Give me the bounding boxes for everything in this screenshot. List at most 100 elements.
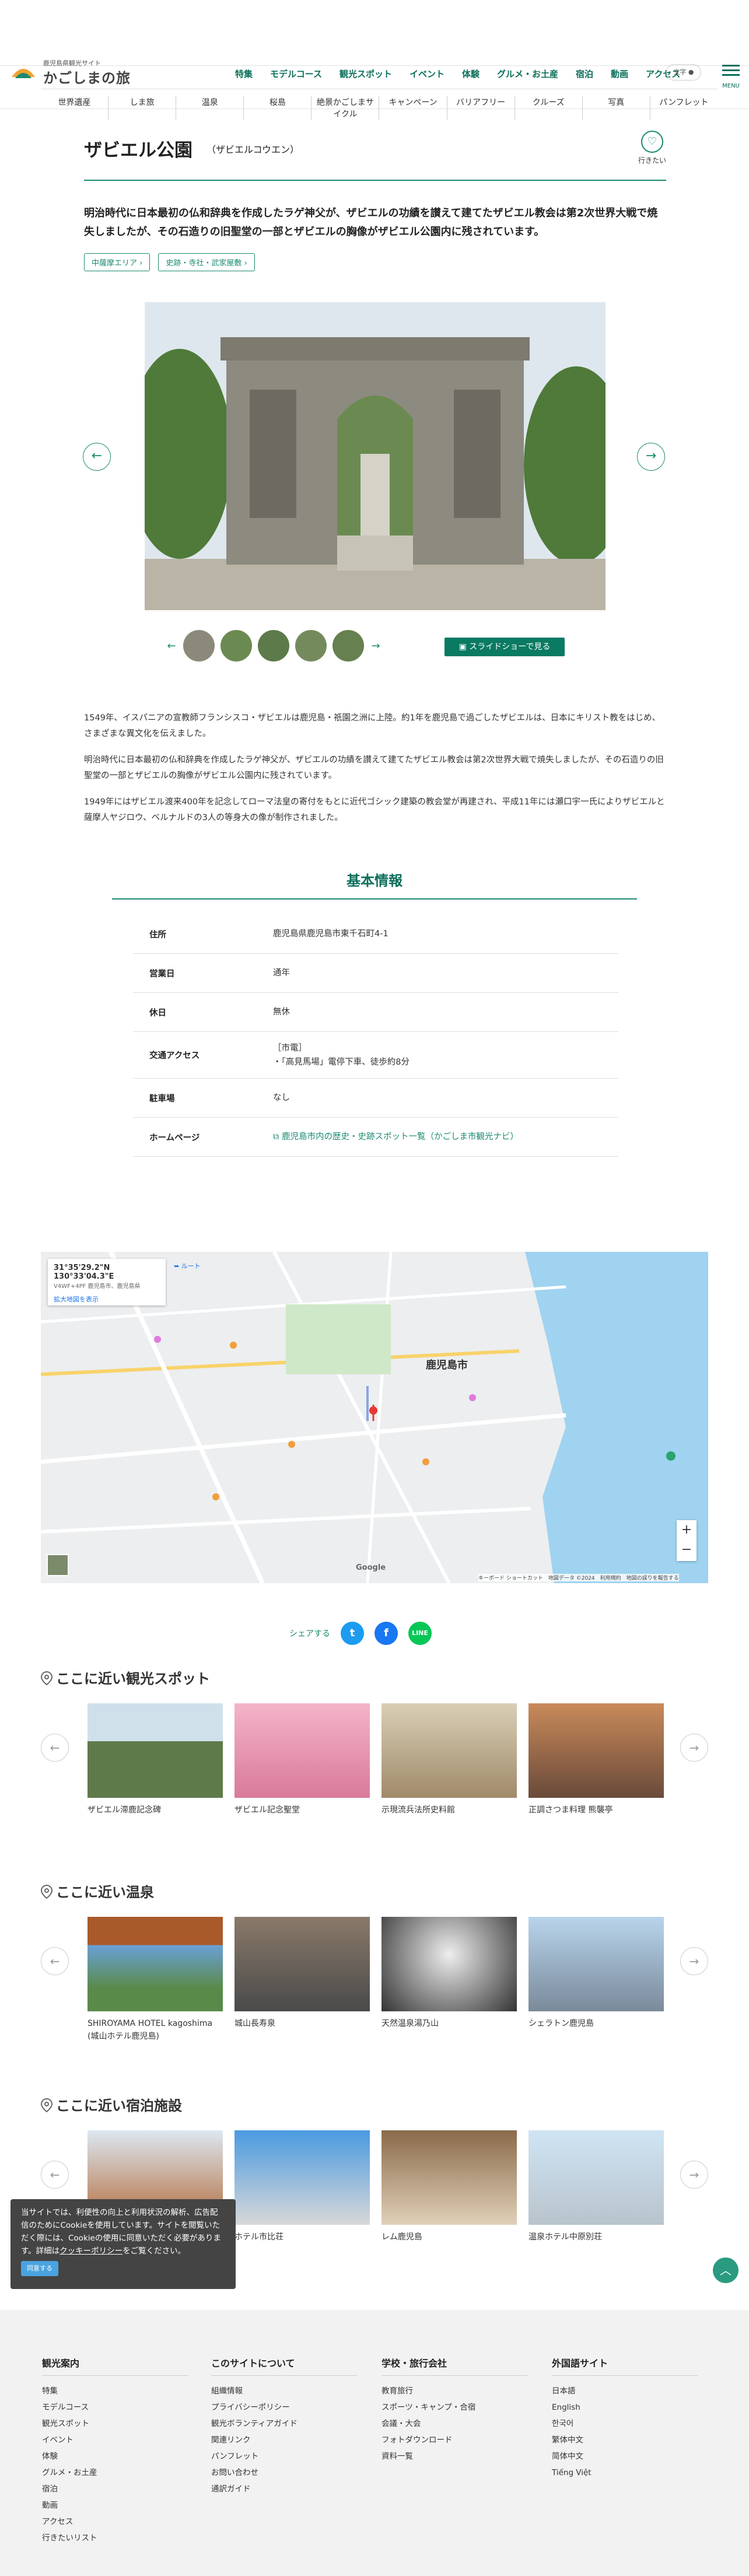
footer-link[interactable]: 資料一覧 <box>382 2448 539 2465</box>
font-size-toggle[interactable]: 文字 ● <box>666 64 701 80</box>
near-hotel-title: ここに近い宿泊施設 <box>41 2094 182 2115</box>
footer-link[interactable]: 通訳ガイド <box>211 2481 369 2497</box>
nav-item-video[interactable]: 動画 <box>602 68 637 80</box>
card-caption: SHIROYAMA HOTEL kagoshima (城山ホテル鹿児島) <box>88 2019 213 2041</box>
footer-link[interactable]: 特集 <box>42 2383 200 2399</box>
footer-link[interactable]: パンフレット <box>211 2448 369 2465</box>
logo-icon[interactable] <box>10 60 36 83</box>
footer-link[interactable]: フォトダウンロード <box>382 2432 539 2448</box>
zoom-out-button[interactable]: − <box>677 1540 696 1560</box>
map-enlarge-link[interactable]: 拡大地図を表示 <box>54 1294 160 1304</box>
footer-link[interactable]: スポーツ・キャンプ・合宿 <box>382 2399 539 2416</box>
footer-link[interactable]: グルメ・お土産 <box>42 2465 200 2481</box>
footer-link[interactable]: 会議・大会 <box>382 2416 539 2432</box>
footer-link[interactable]: Tiếng Việt <box>552 2465 709 2481</box>
card-image <box>235 1703 370 1798</box>
thumb-prev-icon[interactable]: ← <box>166 640 177 652</box>
nav-item-experience[interactable]: 体験 <box>453 68 488 80</box>
footer-link[interactable]: 動画 <box>42 2497 200 2514</box>
thumbnail[interactable] <box>183 630 215 662</box>
footer-link[interactable]: 観光ボランティアガイド <box>211 2416 369 2432</box>
hotel-card[interactable]: ホテル市比荘 <box>235 2130 370 2244</box>
footer-link[interactable]: 繁体中文 <box>552 2432 709 2448</box>
footer-link[interactable]: モデルコース <box>42 2399 200 2416</box>
onsen-card[interactable]: 天然温泉湯乃山 <box>382 1917 517 2043</box>
slider-prev-button[interactable]: ← <box>83 443 111 471</box>
map-route-button[interactable]: ➥ ルート <box>174 1261 201 1270</box>
hotel-card[interactable]: レム鹿児島 <box>382 2130 517 2244</box>
onsen-card[interactable]: 城山長寿泉 <box>235 1917 370 2043</box>
footer-link[interactable]: アクセス <box>42 2514 200 2530</box>
footer-link[interactable]: 教育旅行 <box>382 2383 539 2399</box>
nav-item-feature[interactable]: 特集 <box>226 68 261 80</box>
carousel-prev-button[interactable]: ← <box>41 2161 69 2189</box>
footer-link[interactable]: 組織情報 <box>211 2383 369 2399</box>
twitter-share-icon[interactable]: t <box>341 1622 364 1645</box>
nav-item-spots[interactable]: 観光スポット <box>331 68 401 80</box>
footer-link[interactable]: 日本語 <box>552 2383 709 2399</box>
onsen-card[interactable]: SHIROYAMA HOTEL kagoshima (城山ホテル鹿児島) <box>88 1917 223 2043</box>
nav-item-model-course[interactable]: モデルコース <box>261 68 331 80</box>
subnav-item[interactable]: キャンペーン <box>379 96 446 120</box>
thumbnail[interactable] <box>258 630 289 662</box>
page-top-button[interactable]: ︿ <box>713 2258 738 2283</box>
cookie-policy-link[interactable]: クッキーポリシー <box>60 2246 123 2256</box>
map-satellite-toggle[interactable] <box>47 1554 69 1576</box>
homepage-link[interactable]: ⧉ 鹿児島市内の歴史・史跡スポット一覧（かごしま市観光ナビ） <box>273 1130 618 1144</box>
menu-button[interactable]: MENU <box>719 62 743 89</box>
cookie-accept-button[interactable]: 同意する <box>21 2261 58 2276</box>
thumbnail[interactable] <box>220 630 252 662</box>
favorite-button[interactable]: ♡ 行きたい <box>638 131 666 165</box>
subnav-item[interactable]: 桜島 <box>243 96 311 120</box>
zoom-in-button[interactable]: + <box>677 1520 696 1540</box>
subnav-item[interactable]: クルーズ <box>514 96 582 120</box>
thumbnail[interactable] <box>295 630 327 662</box>
spot-card[interactable]: ザビエル滞鹿記念碑 <box>88 1703 223 1817</box>
footer-link[interactable]: 関連リンク <box>211 2432 369 2448</box>
nav-item-stay[interactable]: 宿泊 <box>567 68 602 80</box>
info-row-address: 住所 鹿児島県鹿児島市東千石町4-1 <box>133 915 618 954</box>
footer-link[interactable]: 行きたいリスト <box>42 2530 200 2546</box>
subnav-item[interactable]: しま旅 <box>108 96 176 120</box>
spot-card[interactable]: ザビエル記念聖堂 <box>235 1703 370 1817</box>
footer-link[interactable]: 体験 <box>42 2448 200 2465</box>
tag-area[interactable]: 中薩摩エリア › <box>84 253 150 271</box>
onsen-card[interactable]: シェラトン鹿児島 <box>528 1917 664 2043</box>
carousel-next-button[interactable]: → <box>680 2161 708 2189</box>
info-row-parking: 駐車場 なし <box>133 1079 618 1118</box>
line-share-icon[interactable]: LINE <box>408 1622 432 1645</box>
tag-category[interactable]: 史跡・寺社・武家屋敷 › <box>158 253 255 271</box>
carousel-prev-button[interactable]: ← <box>41 1734 69 1762</box>
footer-link[interactable]: 宿泊 <box>42 2481 200 2497</box>
facebook-share-icon[interactable]: f <box>374 1622 398 1645</box>
thumb-next-icon[interactable]: → <box>370 640 382 652</box>
spot-card[interactable]: 示現流兵法所史料館 <box>382 1703 517 1817</box>
slider-next-button[interactable]: → <box>637 443 665 471</box>
footer-link[interactable]: 简体中文 <box>552 2448 709 2465</box>
subnav-item[interactable]: バリアフリー <box>446 96 514 120</box>
nav-item-events[interactable]: イベント <box>401 68 453 80</box>
header-divider <box>0 108 749 109</box>
footer-link[interactable]: 観光スポット <box>42 2416 200 2432</box>
footer-link[interactable]: お問い合わせ <box>211 2465 369 2481</box>
logo-text[interactable]: かごしまの旅 <box>43 66 131 87</box>
thumbnail[interactable] <box>332 630 364 662</box>
slideshow-button[interactable]: ▣ スライドショーで見る <box>444 638 565 656</box>
carousel-prev-button[interactable]: ← <box>41 1947 69 1975</box>
subnav-item[interactable]: 絶景かごしまサイクル <box>311 96 379 120</box>
footer-link[interactable]: English <box>552 2399 709 2416</box>
near-spots-title: ここに近い観光スポット <box>41 1667 210 1688</box>
spot-card[interactable]: 正調さつま料理 熊襲亭 <box>528 1703 664 1817</box>
subnav-item[interactable]: 写真 <box>582 96 650 120</box>
subnav-item[interactable]: 世界遺産 <box>41 96 108 120</box>
google-map[interactable]: 31°35'29.2"N 130°33'04.3"E V4WF+4PF 鹿児島市… <box>41 1252 708 1583</box>
nav-item-gourmet[interactable]: グルメ・お土産 <box>488 68 567 80</box>
subnav-item[interactable]: パンフレット <box>649 96 718 120</box>
footer-link[interactable]: 한국어 <box>552 2416 709 2432</box>
subnav-item[interactable]: 温泉 <box>176 96 243 120</box>
carousel-next-button[interactable]: → <box>680 1947 708 1975</box>
footer-link[interactable]: プライバシーポリシー <box>211 2399 369 2416</box>
hotel-card[interactable]: 温泉ホテル中原別荘 <box>528 2130 664 2244</box>
carousel-next-button[interactable]: → <box>680 1734 708 1762</box>
footer-link[interactable]: イベント <box>42 2432 200 2448</box>
